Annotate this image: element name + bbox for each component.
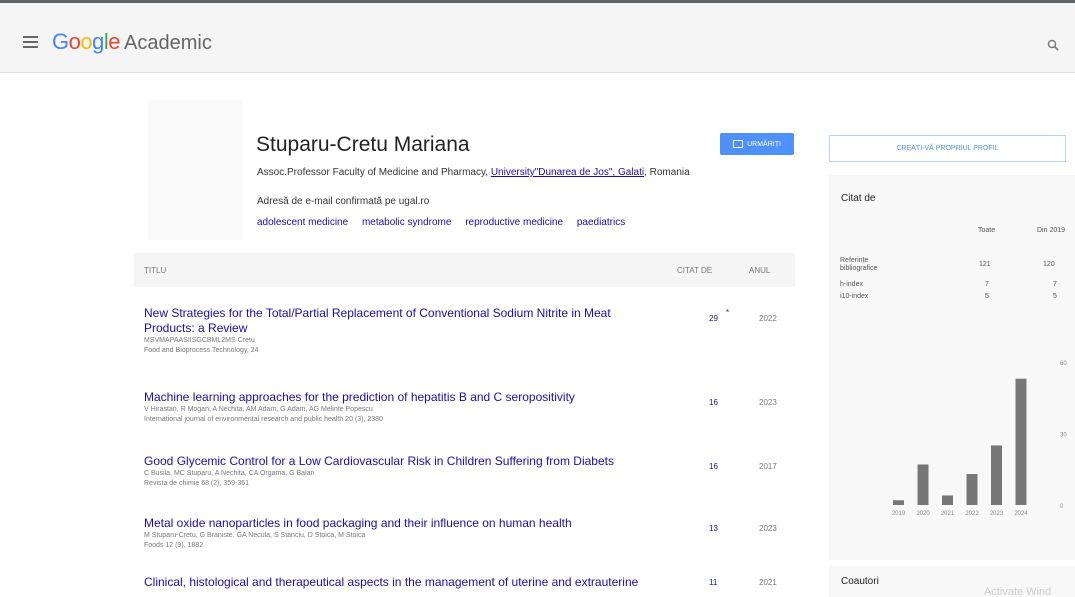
table-row: Clinical, histological and therapeutical…	[144, 575, 794, 590]
stat-since: 120	[1043, 261, 1055, 268]
article-title[interactable]: New Strategies for the Total/Partial Rep…	[144, 306, 664, 336]
follow-label: URMĂRIȚI	[747, 140, 781, 148]
col-title-header[interactable]: TITLU	[144, 266, 166, 275]
article-year: 2017	[759, 462, 777, 471]
x-tick-label: 2020	[916, 511, 930, 517]
profile-email: Adresă de e-mail confirmată pe ugal.ro	[257, 196, 430, 207]
interests: adolescent medicine metabolic syndrome r…	[257, 217, 636, 228]
stat-col-since: Din 2019	[1037, 227, 1066, 234]
article-authors: V Hirastan, R Mogan, A Nechita, AM Adam,…	[144, 406, 373, 413]
stat-label[interactable]: i10-index	[840, 293, 868, 301]
cited-count[interactable]: 16	[709, 398, 718, 407]
table-row: New Strategies for the Total/Partial Rep…	[144, 306, 794, 356]
logo[interactable]: Google Academic	[52, 29, 212, 55]
article-title[interactable]: Good Glycemic Control for a Low Cardiova…	[144, 454, 664, 469]
col-year-header[interactable]: ANUL	[749, 266, 770, 275]
logo-suffix: Academic	[124, 32, 212, 54]
cited-by-title: Citat de	[841, 193, 876, 204]
citation-bar[interactable]	[991, 445, 1002, 505]
stat-all: 5	[985, 293, 989, 300]
cited-count[interactable]: 16	[709, 462, 718, 471]
article-title[interactable]: Clinical, histological and therapeutical…	[144, 575, 664, 590]
citation-bar[interactable]	[917, 464, 929, 505]
y-tick-label: 60	[1060, 361, 1067, 367]
stat-since: 7	[1053, 281, 1057, 288]
article-title[interactable]: Metal oxide nanoparticles in food packag…	[144, 516, 664, 531]
article-venue: Revista de chimie 68 (2), 359-361	[144, 480, 250, 487]
citation-bar[interactable]	[893, 500, 904, 505]
app-header: Google Academic	[0, 3, 1075, 73]
article-year: 2022	[759, 314, 777, 323]
stat-since: 5	[1053, 293, 1057, 300]
x-tick-label: 2019	[892, 511, 906, 517]
article-year: 2023	[759, 524, 777, 533]
article-authors: C Busila, MC Stuparu, A Nechita, CA Orga…	[144, 470, 315, 477]
cited-by-panel: Citat de Toate Din 2019 Referințe biblio…	[829, 175, 1075, 560]
stat-all: 121	[979, 261, 991, 268]
table-row: Metal oxide nanoparticles in food packag…	[144, 516, 794, 551]
y-tick-label: 0	[1060, 504, 1064, 510]
profile-affiliation: Assoc.Professor Faculty of Medicine and …	[257, 166, 697, 179]
y-tick-label: 30	[1060, 433, 1067, 439]
table-row: Machine learning approaches for the pred…	[144, 390, 794, 425]
article-title[interactable]: Machine learning approaches for the pred…	[144, 390, 664, 405]
x-tick-label: 2022	[965, 511, 979, 517]
coauthors-title: Coautori	[841, 576, 879, 587]
menu-icon[interactable]	[23, 36, 38, 48]
table-row: Good Glycemic Control for a Low Cardiova…	[144, 454, 794, 489]
articles-table-header: TITLU CITAT DE ANUL	[134, 253, 795, 287]
citation-bar[interactable]	[1015, 378, 1027, 505]
col-cited-header[interactable]: CITAT DE	[677, 266, 712, 275]
stat-col-all: Toate	[978, 227, 996, 234]
citations-chart: 2019 2020 2021 2022 2023 2024 60 30 0	[892, 361, 1068, 517]
article-authors: MSVMAPAASIISGCBML2MS Cretu	[144, 337, 255, 344]
avatar	[148, 100, 243, 240]
cited-count[interactable]: 13	[709, 524, 718, 533]
stat-label[interactable]: Referințe bibliografice	[840, 257, 900, 273]
x-tick-label: 2023	[990, 511, 1004, 517]
citation-bar[interactable]	[966, 474, 978, 505]
interest-link[interactable]: paediatrics	[577, 217, 625, 228]
article-venue: International journal of environmental r…	[144, 416, 383, 423]
interest-link[interactable]: metabolic syndrome	[362, 217, 451, 228]
citation-bar[interactable]	[942, 495, 953, 505]
article-year: 2021	[759, 578, 777, 587]
stat-all: 7	[985, 281, 989, 288]
affiliation-link[interactable]: University"Dunarea de Jos", Galati	[491, 167, 644, 178]
affiliation-suffix: , Romania	[644, 167, 690, 178]
affiliation-prefix: Assoc.Professor Faculty of Medicine and …	[257, 167, 491, 178]
interest-link[interactable]: reproductive medicine	[465, 217, 563, 228]
x-tick-label: 2024	[1014, 511, 1028, 517]
stat-label[interactable]: h-index	[840, 281, 863, 289]
profile-name: Stuparu-Cretu Mariana	[256, 133, 470, 156]
search-icon[interactable]	[1047, 39, 1059, 51]
article-year: 2023	[759, 398, 777, 407]
follow-button[interactable]: URMĂRIȚI	[720, 133, 794, 155]
cited-count[interactable]: 29	[709, 314, 718, 323]
article-authors: M Stuparu-Cretu, G Braniste, GA Necula, …	[144, 532, 366, 539]
cited-count[interactable]: 11	[709, 578, 717, 587]
mail-icon	[733, 140, 744, 148]
interest-link[interactable]: adolescent medicine	[257, 217, 348, 228]
x-tick-label: 2021	[941, 511, 955, 517]
create-profile-button[interactable]: CREAȚI-VĂ PROPRIUL PROFIL	[829, 135, 1066, 162]
article-venue: Foods 12 (9), 1882	[144, 542, 204, 549]
article-venue: Food and Bioprocess Technology, 24	[144, 347, 259, 354]
star-marker: *	[726, 308, 730, 317]
activate-windows-watermark: Activate Wind	[984, 586, 1052, 597]
